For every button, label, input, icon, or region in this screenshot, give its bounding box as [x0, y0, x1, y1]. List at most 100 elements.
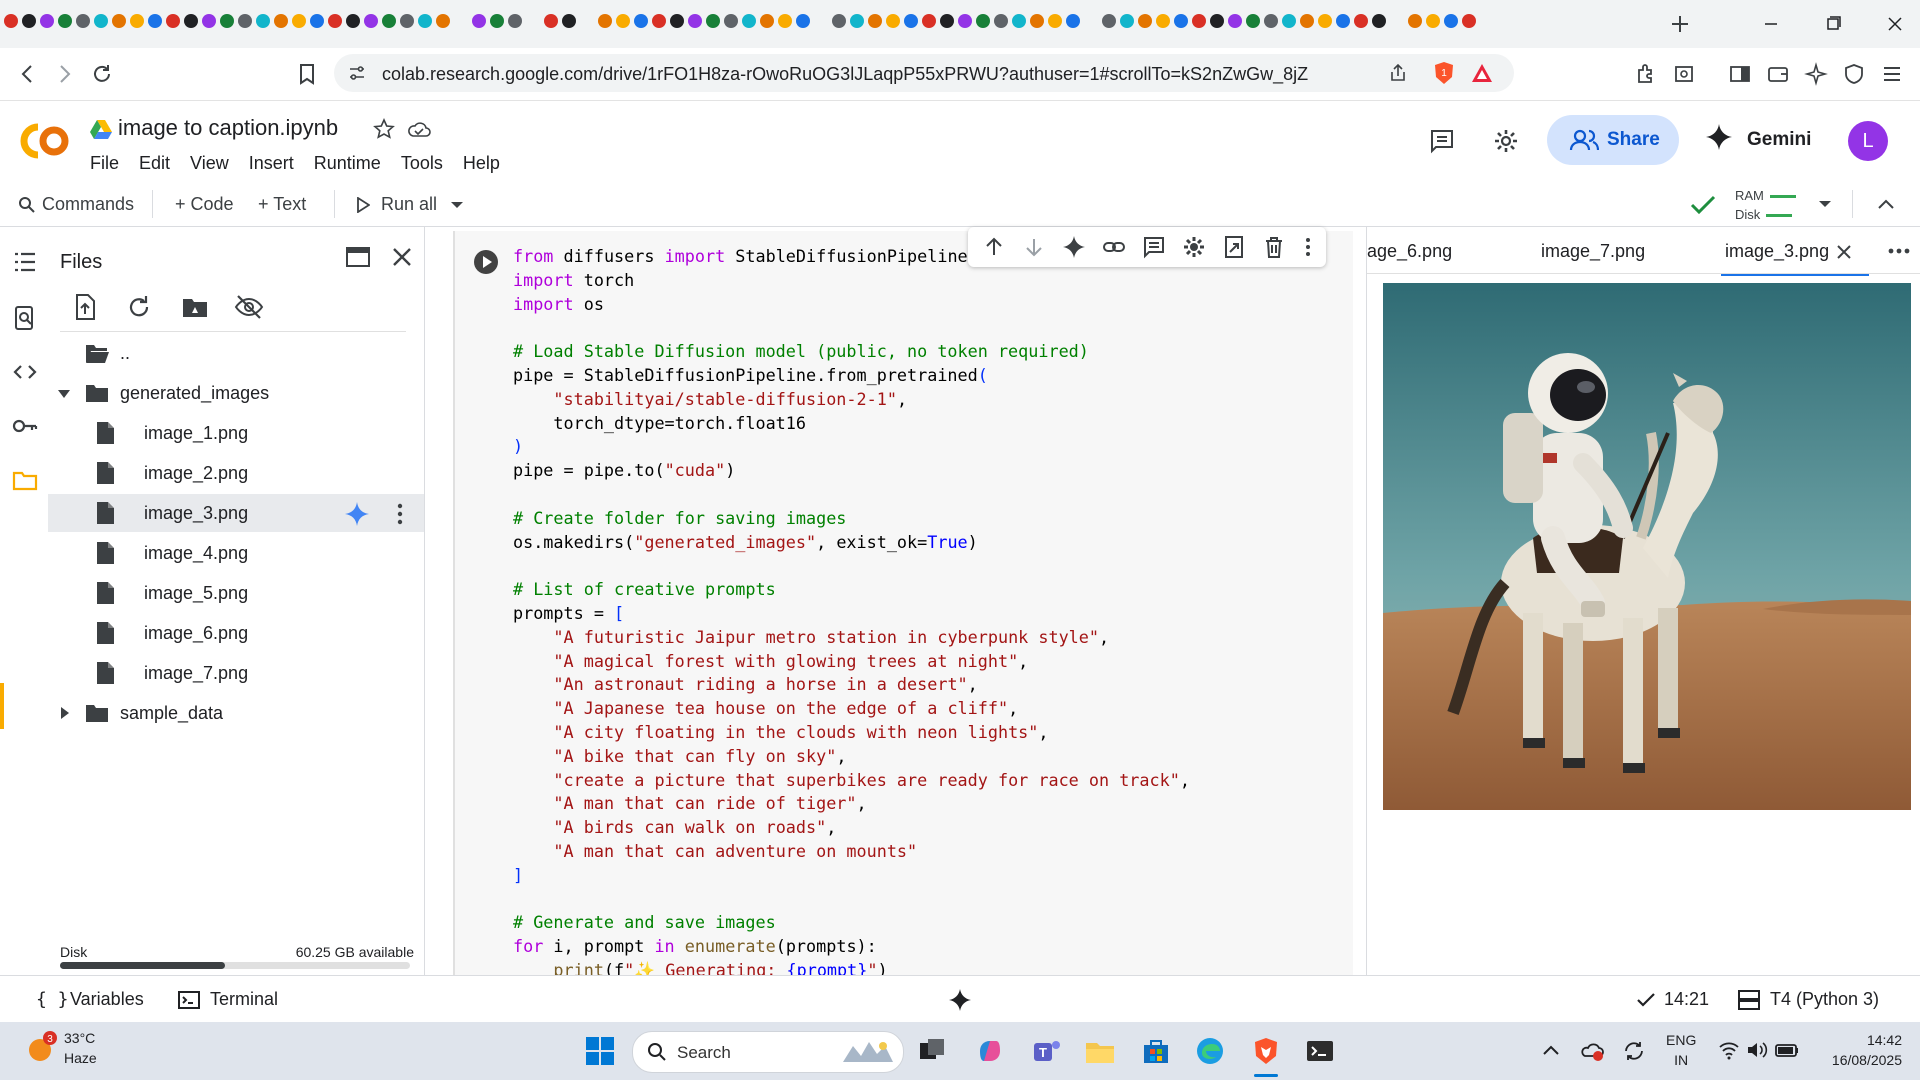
file-explorer-icon[interactable]	[1084, 1035, 1116, 1067]
move-up-icon[interactable]	[982, 235, 1006, 259]
table-of-contents-icon[interactable]	[12, 249, 38, 275]
onedrive-icon[interactable]	[1580, 1040, 1604, 1062]
upload-file-icon[interactable]	[70, 292, 100, 322]
tab-favicon-icon[interactable]	[1462, 14, 1476, 28]
refresh-icon[interactable]	[124, 292, 154, 322]
more-horiz-icon[interactable]	[1887, 245, 1911, 257]
tab-favicon-icon[interactable]	[310, 14, 324, 28]
more-vert-icon[interactable]	[1296, 235, 1320, 259]
tab-favicon-icon[interactable]	[382, 14, 396, 28]
tab-favicon-icon[interactable]	[202, 14, 216, 28]
tray-chevron-up-icon[interactable]	[1542, 1044, 1560, 1056]
tab-favicon-icon[interactable]	[1102, 14, 1116, 28]
tab-favicon-icon[interactable]	[832, 14, 846, 28]
notebook-title[interactable]: image to caption.ipynb	[118, 115, 338, 141]
tab-favicon-icon[interactable]	[598, 14, 612, 28]
hide-files-icon[interactable]	[234, 292, 264, 322]
close-tab-icon[interactable]	[1835, 243, 1853, 261]
open-in-tab-icon[interactable]	[344, 243, 372, 271]
avatar[interactable]: L	[1848, 121, 1888, 161]
edge-icon[interactable]	[1194, 1035, 1226, 1067]
terminal-taskbar-icon[interactable]	[1304, 1035, 1336, 1067]
more-vert-icon[interactable]	[390, 502, 410, 526]
settings-gear-icon[interactable]	[1492, 127, 1520, 155]
file-row[interactable]: image_5.png	[48, 574, 424, 612]
add-code-button[interactable]: + Code	[175, 194, 234, 215]
caret-right-icon[interactable]	[60, 707, 70, 719]
tab-favicon-icon[interactable]	[256, 14, 270, 28]
tab-favicon-icon[interactable]	[1174, 14, 1188, 28]
variables-button[interactable]: Variables	[70, 989, 144, 1010]
tab-favicon-icon[interactable]	[1264, 14, 1278, 28]
mirror-cell-icon[interactable]	[1222, 235, 1246, 259]
tab-favicon-icon[interactable]	[292, 14, 306, 28]
menu-help[interactable]: Help	[463, 153, 500, 174]
files-folder-icon[interactable]	[12, 467, 38, 493]
site-settings-icon[interactable]	[348, 64, 366, 82]
tab-favicon-icon[interactable]	[436, 14, 450, 28]
tab-favicon-icon[interactable]	[652, 14, 666, 28]
mount-drive-icon[interactable]	[180, 292, 210, 322]
tab-favicon-icon[interactable]	[994, 14, 1008, 28]
tab-favicon-icon[interactable]	[922, 14, 936, 28]
terminal-button[interactable]: Terminal	[210, 989, 278, 1010]
add-text-button[interactable]: + Text	[258, 194, 306, 215]
file-row[interactable]: image_7.png	[48, 654, 424, 692]
file-row[interactable]: image_1.png	[48, 414, 424, 452]
run-all-dropdown-icon[interactable]	[450, 200, 464, 210]
tab-favicon-icon[interactable]	[1426, 14, 1440, 28]
restore-icon[interactable]	[1810, 8, 1856, 40]
tab-favicon-icon[interactable]	[94, 14, 108, 28]
tab-favicon-icon[interactable]	[1030, 14, 1044, 28]
tab-favicon-icon[interactable]	[562, 14, 576, 28]
copilot-icon[interactable]	[974, 1035, 1006, 1067]
code-snippets-icon[interactable]	[12, 359, 38, 385]
tab-favicon-icon[interactable]	[1318, 14, 1332, 28]
tab-favicon-icon[interactable]	[1408, 14, 1422, 28]
commands-button[interactable]: Commands	[42, 194, 134, 215]
tab-favicon-icon[interactable]	[976, 14, 990, 28]
run-cell-button[interactable]	[473, 249, 499, 275]
back-icon[interactable]	[14, 60, 42, 88]
leo-ai-icon[interactable]	[1802, 60, 1830, 88]
tab-favicon-icon[interactable]	[472, 14, 486, 28]
tab-favicon-icon[interactable]	[706, 14, 720, 28]
tab-favicon-icon[interactable]	[742, 14, 756, 28]
menu-tools[interactable]: Tools	[401, 153, 443, 174]
tab-favicon-icon[interactable]	[850, 14, 864, 28]
caret-down-icon[interactable]	[58, 389, 70, 399]
tab-favicon-icon[interactable]	[778, 14, 792, 28]
tab-favicon-icon[interactable]	[1120, 14, 1134, 28]
tab-favicon-icon[interactable]	[958, 14, 972, 28]
tab-favicon-icon[interactable]	[418, 14, 432, 28]
gemini-status-icon[interactable]	[948, 988, 972, 1012]
tab-favicon-icon[interactable]	[634, 14, 648, 28]
windows-start-icon[interactable]	[584, 1035, 616, 1067]
viewer-tab[interactable]: image_7.png	[1541, 241, 1645, 262]
tab-favicon-icon[interactable]	[328, 14, 342, 28]
wifi-icon[interactable]	[1718, 1040, 1740, 1060]
tab-favicon-icon[interactable]	[166, 14, 180, 28]
tab-favicon-icon[interactable]	[508, 14, 522, 28]
brave-rewards-icon[interactable]	[1470, 61, 1494, 85]
tab-favicon-icon[interactable]	[1048, 14, 1062, 28]
tab-favicon-icon[interactable]	[886, 14, 900, 28]
resource-indicator[interactable]: RAM Disk	[1735, 186, 1796, 224]
menu-file[interactable]: File	[90, 153, 119, 174]
close-panel-icon[interactable]	[388, 243, 416, 271]
tab-favicon-icon[interactable]	[1192, 14, 1206, 28]
tab-favicon-icon[interactable]	[400, 14, 414, 28]
extensions-icon[interactable]	[1632, 60, 1660, 88]
tab-favicon-icon[interactable]	[490, 14, 504, 28]
tab-favicon-icon[interactable]	[1354, 14, 1368, 28]
file-row[interactable]: image_2.png	[48, 454, 424, 492]
tab-favicon-icon[interactable]	[1012, 14, 1026, 28]
gemini-cell-icon[interactable]	[1062, 235, 1086, 259]
link-icon[interactable]	[1102, 235, 1126, 259]
gemini-sparkle-icon[interactable]	[344, 501, 370, 527]
tab-favicon-icon[interactable]	[1066, 14, 1080, 28]
tab-favicons[interactable]	[4, 14, 1498, 28]
menu-runtime[interactable]: Runtime	[314, 153, 381, 174]
system-clock[interactable]: 14:42 16/08/2025	[1818, 1030, 1902, 1070]
tab-favicon-icon[interactable]	[76, 14, 90, 28]
